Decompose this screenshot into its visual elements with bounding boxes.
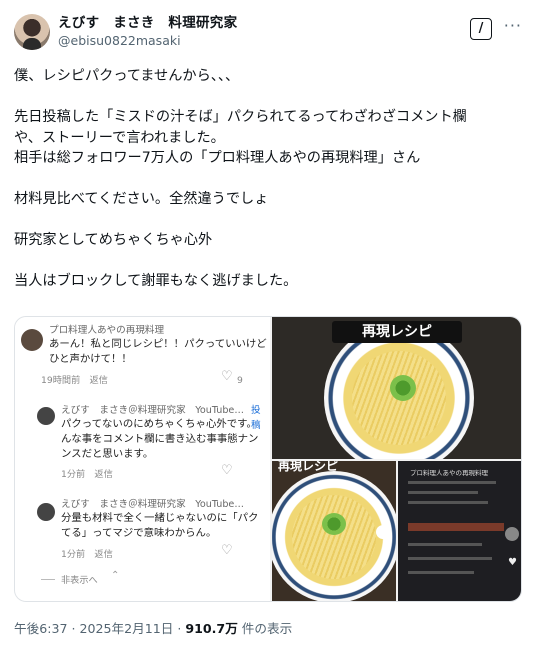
thumbnail-banner: 再現レシピ [278, 461, 339, 473]
heart-icon: ♥ [508, 557, 517, 568]
body-line [14, 210, 524, 231]
author-info[interactable]: えびす まさき 料理研究家 @ebisu0822masaki [58, 14, 237, 50]
profile-dot [505, 527, 519, 541]
body-line: 相手は総フォロワー7万人の「プロ料理人あやの再現料理」さん [14, 150, 421, 166]
handle[interactable]: @ebisu0822masaki [58, 32, 237, 50]
highlight-bar [408, 523, 504, 531]
comment-meta: 1分前 返信 [61, 469, 113, 480]
commenter-avatar [21, 329, 43, 351]
comments-screenshot[interactable]: プロ料理人あやの再現料理 あーん！私と同じレシピ！！パクっていいけど ひと声かけ… [15, 317, 270, 601]
hide-replies-link[interactable]: 非表示へ [61, 573, 98, 588]
comment-line: 分量も材料で全く一緒じゃないのに「パク [61, 512, 259, 524]
text-line [408, 491, 478, 494]
comment-author: えびす まさき＠料理研究家 YouTube… [61, 499, 244, 510]
text-line [408, 481, 496, 484]
comment-line: てる」ってマジで意味わからん。 [61, 527, 217, 539]
post-header: えびす まさき 料理研究家 @ebisu0822masaki / ··· [14, 12, 526, 58]
text-line [408, 571, 474, 574]
commenter-avatar [37, 407, 55, 425]
comment-meta: 19時間前 返信 [41, 375, 108, 386]
text-line [408, 557, 492, 560]
comment-line: んな事をコメント欄に書き込む事事態ナン [61, 433, 259, 445]
thumbnail-title: プロ料理人あやの再現料理 [410, 469, 488, 477]
body-line: 材料見比べてください。全然違うでしょ [14, 191, 269, 207]
video-thumbnail-right[interactable]: プロ料理人あやの再現料理 ♥ [398, 461, 521, 601]
text-line [408, 543, 482, 546]
body-line [14, 169, 524, 190]
commenter-avatar [37, 503, 55, 521]
body-line [14, 87, 524, 108]
grok-icon[interactable]: / [470, 18, 492, 40]
scallion-image [390, 375, 416, 401]
video-thumbnail-left[interactable]: 再現レシピ [272, 461, 396, 601]
post-timestamp[interactable]: 午後6:37 · 2025年2月11日 · [14, 621, 185, 636]
chevron-up-icon: ⌃ [111, 570, 120, 581]
profile-dot [376, 525, 390, 539]
recipe-banner: 再現レシピ [332, 321, 462, 343]
noodles-image [292, 495, 376, 579]
body-line: 僕、レシピパクってませんから、、、 [14, 68, 240, 84]
media-grid[interactable]: プロ料理人あやの再現料理 あーん！私と同じレシピ！！パクっていいけど ひと声かけ… [14, 316, 522, 602]
body-line: 当人はブロックして謝罪もなく逃げました。 [14, 273, 298, 289]
divider [41, 579, 55, 580]
comment-line: ひと声かけて！！ [49, 353, 132, 365]
comment-meta: 1分前 返信 [61, 549, 113, 560]
heart-icon: ♡ [221, 463, 233, 478]
post-footer: 午後6:37 · 2025年2月11日 · 910.7万 件の表示 [14, 618, 292, 637]
display-name[interactable]: えびす まさき 料理研究家 [58, 14, 237, 32]
text-line [408, 501, 488, 504]
heart-icon: ♡ [221, 369, 233, 384]
views-label: 件の表示 [237, 621, 293, 636]
more-horizontal-icon[interactable]: ··· [504, 16, 522, 35]
comment-author: えびす まさき＠料理研究家 YouTube… [61, 405, 244, 416]
soup-photo[interactable]: 再現レシピ [272, 317, 521, 459]
post-body: 僕、レシピパクってませんから、、、 先日投稿した「ミスドの汁そば」パクられてるっ… [14, 66, 524, 292]
view-count: 910.7万 [185, 621, 238, 636]
heart-icon: ♡ [221, 543, 233, 558]
comment-likes: 9 [237, 375, 243, 386]
body-line: 先日投稿した「ミスドの汁そば」パクられてるってわざわざコメント欄 [14, 109, 467, 125]
scallion-image [322, 513, 346, 535]
body-line: や、ストーリーで言われました。 [14, 129, 225, 146]
avatar[interactable] [14, 14, 50, 50]
body-line: 研究家としてめちゃくちゃ心外 [14, 232, 213, 248]
comment-line: ンスだと思います。 [61, 448, 154, 460]
comment-line: あーん！私と同じレシピ！！パクっていいけど [49, 338, 267, 350]
body-line [14, 251, 524, 272]
comment-author: プロ料理人あやの再現料理 [49, 325, 165, 336]
comment-line: パクってないのにめちゃくちゃ心外です。 [61, 418, 257, 430]
